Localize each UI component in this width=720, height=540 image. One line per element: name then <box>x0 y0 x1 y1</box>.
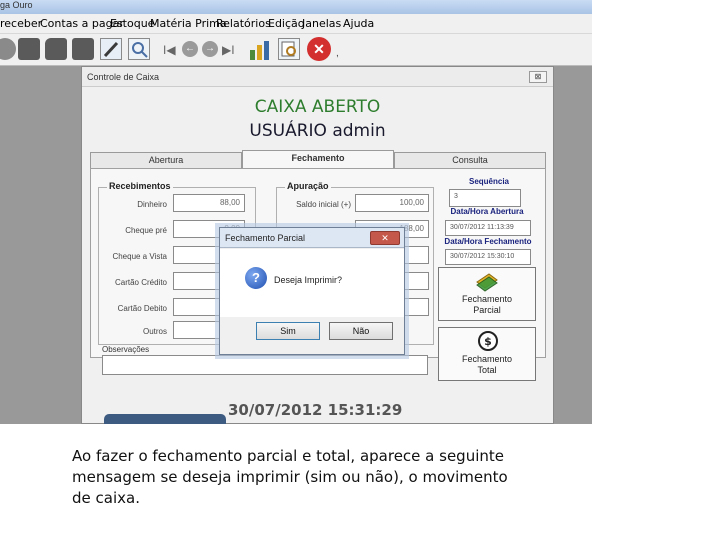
menu-estoque[interactable]: Estoque <box>110 17 154 30</box>
toolbar-trailing-mark: , <box>336 48 339 59</box>
menu-receber[interactable]: receber <box>0 17 42 30</box>
search-icon[interactable] <box>128 38 150 60</box>
observacoes-label: Observações <box>102 345 150 354</box>
svg-text:$: $ <box>484 335 492 348</box>
bottom-bar <box>104 414 226 424</box>
fechamento-parcial-button[interactable]: Fechamento Parcial <box>438 267 536 321</box>
cash-status: CAIXA ABERTO <box>254 97 381 117</box>
menu-ajuda[interactable]: Ajuda <box>343 17 374 30</box>
field-label: Saldo inicial (+) <box>296 200 351 209</box>
dinheiro-field[interactable]: 88,00 <box>173 194 245 212</box>
window-title: Controle de Caixa <box>87 72 160 82</box>
tab-abertura[interactable]: Abertura <box>90 152 242 168</box>
dialog-titlebar: Fechamento Parcial ✕ <box>220 228 404 248</box>
button-label: Fechamento <box>461 294 513 304</box>
sequencia-label: Sequência <box>468 177 509 186</box>
fechamento-label: Data/Hora Fechamento <box>444 237 532 246</box>
nav-next-icon[interactable]: → <box>202 41 218 57</box>
observacoes-field[interactable] <box>102 355 428 375</box>
saldo-inicial-field[interactable]: 100,00 <box>355 194 429 212</box>
current-user: USUÁRIO admin <box>249 121 386 141</box>
sequencia-field[interactable]: 3 <box>449 189 521 207</box>
print-dialog: Fechamento Parcial ✕ ? Deseja Imprimir? … <box>219 227 405 355</box>
field-label: Cartão Crédito <box>114 278 167 287</box>
document-icon[interactable] <box>72 38 94 60</box>
button-label: Parcial <box>473 305 501 315</box>
dialog-message: Deseja Imprimir? <box>274 275 343 285</box>
window-close-button[interactable]: ⊠ <box>529 71 547 83</box>
recebimentos-title: Recebimentos <box>107 181 173 191</box>
tab-fechamento[interactable]: Fechamento <box>242 150 394 169</box>
toolbar: I◀ ← → ▶I ✕ , <box>0 34 592 66</box>
edit-icon[interactable] <box>100 38 122 60</box>
window-titlebar: Controle de Caixa ⊠ <box>82 67 553 87</box>
app-title: ga Ouro <box>0 0 33 10</box>
apuracao-title: Apuração <box>285 181 331 191</box>
screenshot: ga Ouro receber Contas a pagar Estoque M… <box>0 0 592 424</box>
no-button[interactable]: Não <box>329 322 393 340</box>
dialog-body: ? Deseja Imprimir? <box>220 249 404 317</box>
nav-first-icon[interactable]: I◀ <box>163 43 176 57</box>
menu-janelas[interactable]: Janelas <box>302 17 341 30</box>
menu-relatorios[interactable]: Relatórios <box>216 17 271 30</box>
field-label: Outros <box>142 327 167 336</box>
yes-button[interactable]: Sim <box>256 322 320 340</box>
dollar-icon: $ <box>478 331 498 351</box>
nav-last-icon[interactable]: ▶I <box>222 43 235 57</box>
menu-edicao[interactable]: Edição <box>268 17 305 30</box>
fechamento-field[interactable]: 30/07/2012 15:30:10 <box>445 249 531 265</box>
field-label: Cheque pré <box>125 226 167 235</box>
tab-consulta[interactable]: Consulta <box>394 152 546 168</box>
button-label: Total <box>477 365 497 375</box>
document-icon[interactable] <box>45 38 67 60</box>
chart-icon[interactable] <box>248 38 270 60</box>
dialog-title: Fechamento Parcial <box>225 233 306 243</box>
dialog-close-button[interactable]: ✕ <box>370 231 400 245</box>
preview-icon[interactable] <box>278 38 300 60</box>
field-label: Dinheiro <box>137 200 167 209</box>
printer-icon[interactable] <box>0 38 16 60</box>
fechamento-total-button[interactable]: $ Fechamento Total <box>438 327 536 381</box>
cash-icon <box>476 273 498 292</box>
document-icon[interactable] <box>18 38 40 60</box>
button-label: Fechamento <box>461 354 513 364</box>
nav-prev-icon[interactable]: ← <box>182 41 198 57</box>
caption-text: Ao fazer o fechamento parcial e total, a… <box>72 447 508 507</box>
abertura-label: Data/Hora Abertura <box>450 207 524 216</box>
menu-bar: receber Contas a pagar Estoque Matéria P… <box>0 14 592 34</box>
app-titlebar: ga Ouro <box>0 0 592 14</box>
current-datetime: 30/07/2012 15:31:29 <box>228 401 403 419</box>
field-label: Cartão Debito <box>117 304 167 313</box>
abertura-field[interactable]: 30/07/2012 11:13:39 <box>445 220 531 236</box>
field-label: Cheque a Vista <box>112 252 167 261</box>
close-icon[interactable]: ✕ <box>307 37 331 61</box>
question-icon: ? <box>245 267 267 289</box>
